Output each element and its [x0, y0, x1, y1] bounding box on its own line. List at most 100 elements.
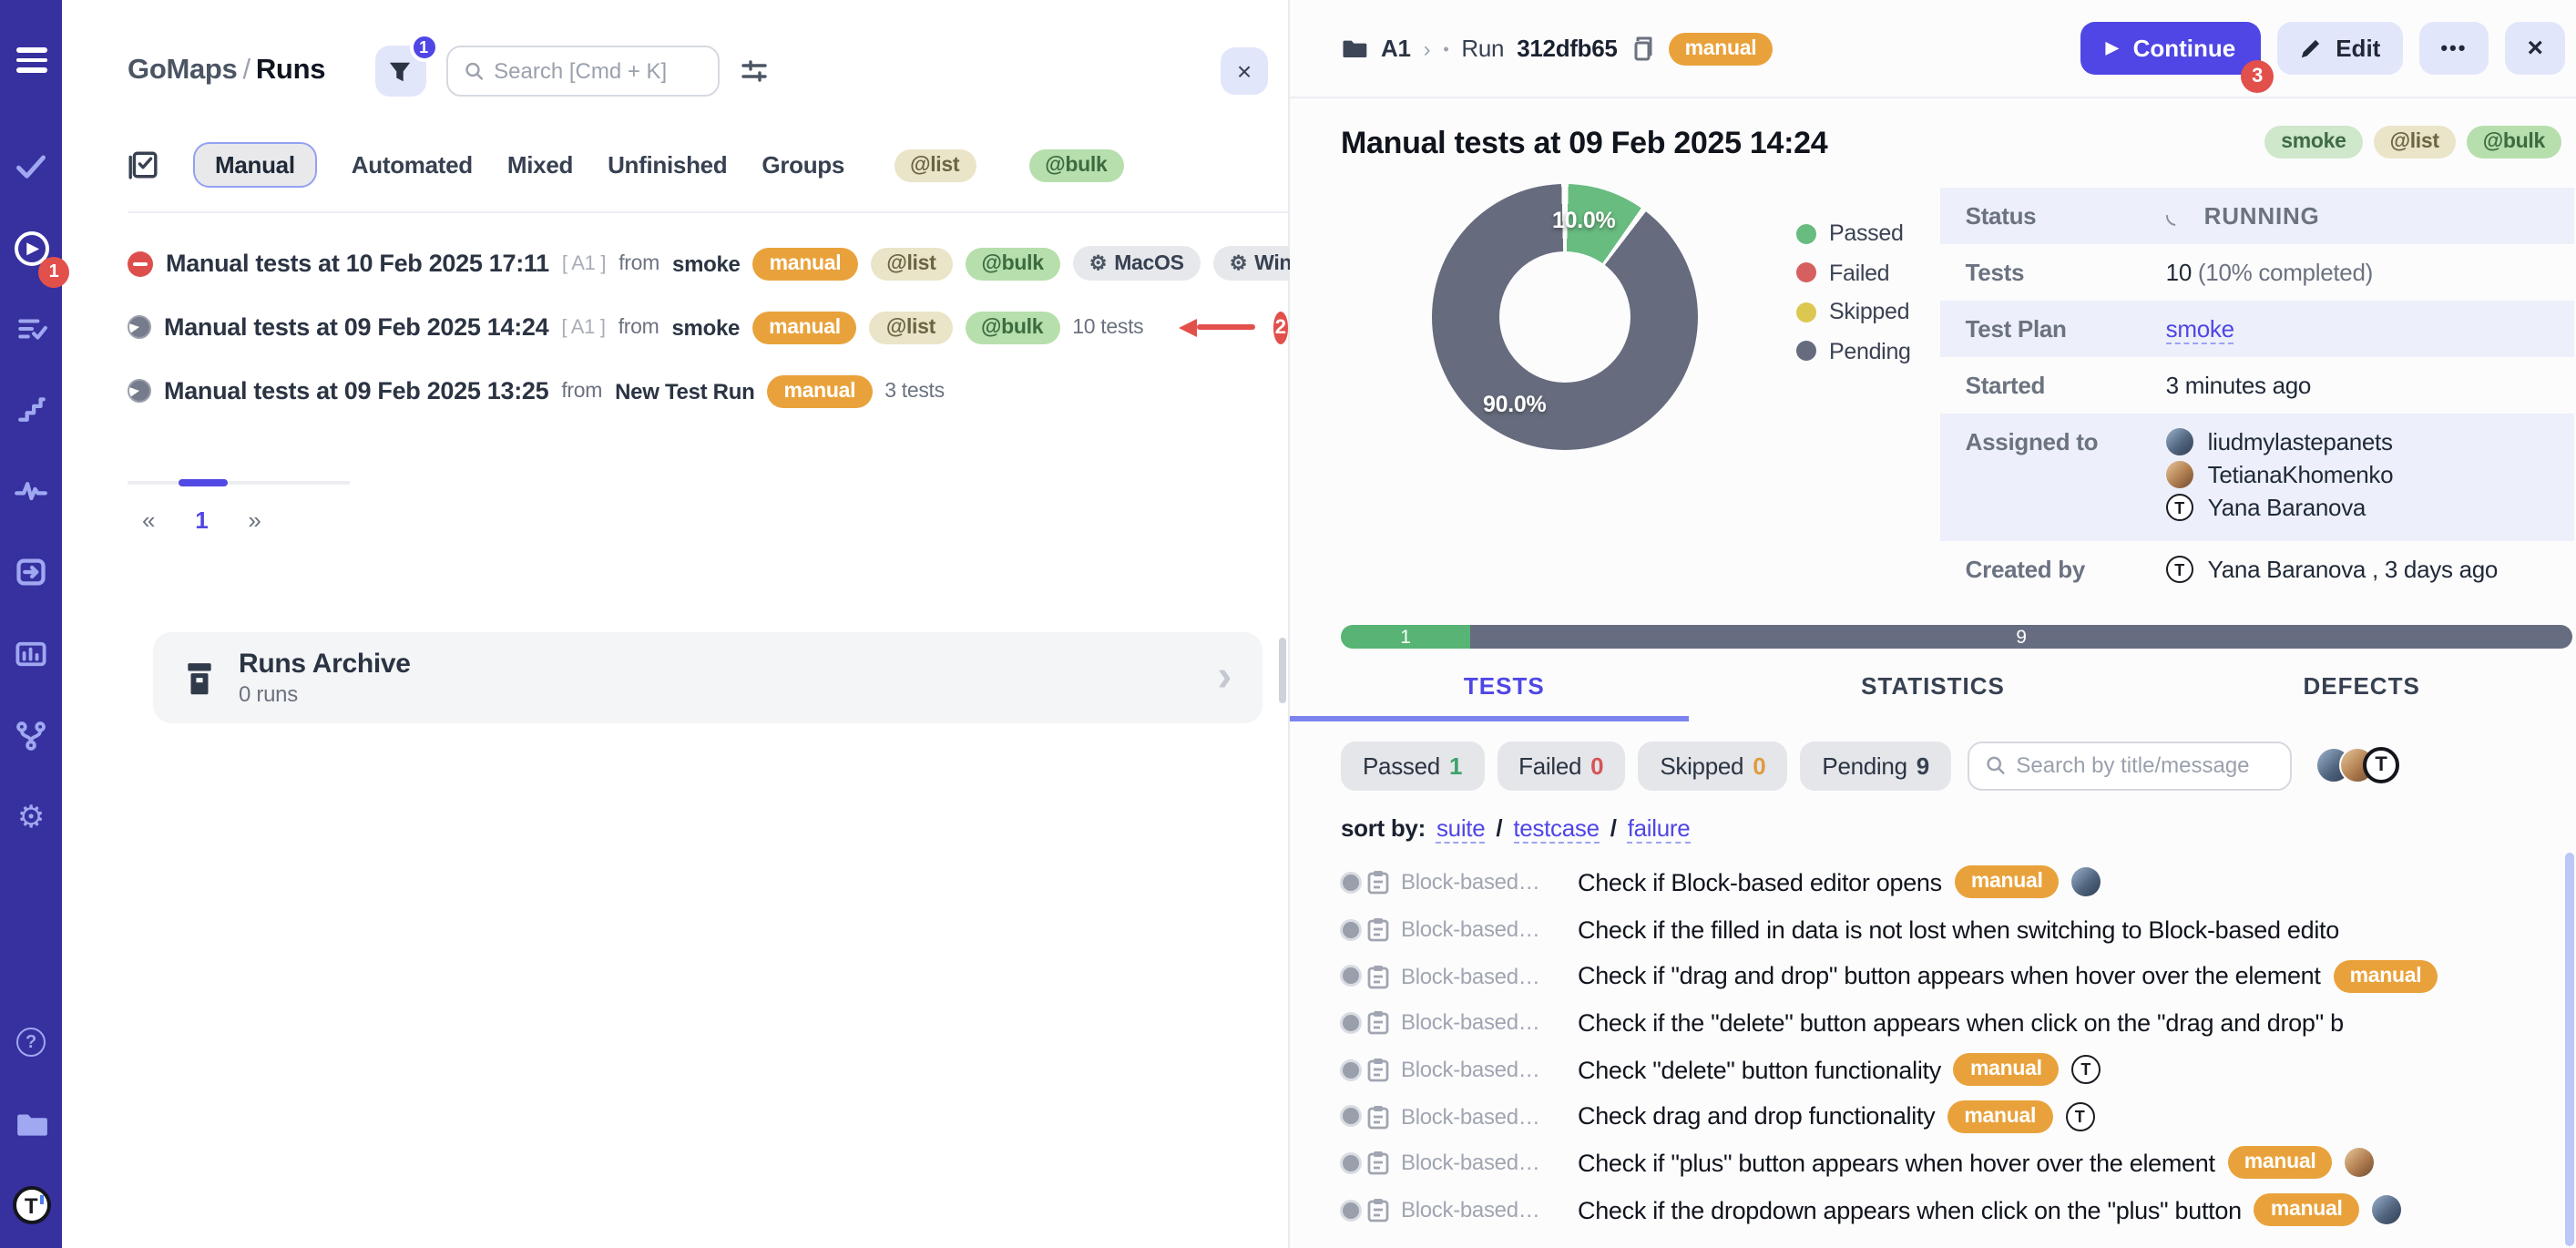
reports-chart-icon[interactable]: [0, 638, 62, 670]
test-status-dot: [1343, 921, 1359, 937]
tag-list[interactable]: @list: [2374, 126, 2456, 159]
left-panel-scrollbar[interactable]: [1279, 638, 1286, 703]
test-row[interactable]: Block-based… Check if the dropdown appea…: [1290, 1187, 2576, 1231]
run-row[interactable]: Manual tests at 10 Feb 2025 17:11 [ A1 ]…: [128, 231, 1288, 295]
runs-archive-card[interactable]: Runs Archive 0 runs ›: [153, 632, 1262, 723]
annotation-badge-2: 2: [1273, 311, 1288, 343]
run-title: Manual tests at 09 Feb 2025 13:25: [164, 377, 548, 404]
sort-by-testcase[interactable]: testcase: [1513, 813, 1599, 843]
test-status-dot: [1343, 1155, 1359, 1171]
projects-folder-icon[interactable]: [0, 1110, 62, 1139]
filter-pending[interactable]: Pending9: [1800, 741, 1951, 790]
tab-tests[interactable]: TESTS: [1290, 672, 1719, 700]
select-runs-icon[interactable]: [128, 149, 158, 180]
test-plan-link[interactable]: smoke: [2166, 315, 2234, 344]
test-row[interactable]: Block-based… Check "delete" button funct…: [1290, 1047, 2576, 1093]
search-input[interactable]: [494, 58, 700, 84]
assigned-user: TetianaKhomenko: [2166, 461, 2394, 488]
run-status-stopped-icon: [128, 251, 153, 276]
test-status-dot: [1343, 967, 1359, 984]
review-list-check-icon[interactable]: [0, 313, 62, 344]
status-badge: RUNNING: [2204, 202, 2320, 230]
assignee-avatars[interactable]: T: [2315, 747, 2399, 783]
filter-skipped[interactable]: Skipped0: [1638, 741, 1787, 790]
tab-groups[interactable]: Groups: [762, 151, 844, 179]
test-row[interactable]: Block-based… Check if "drag and drop" bu…: [1290, 953, 2576, 999]
clipboard-icon: [1366, 916, 1390, 942]
pagination-indicator: [128, 481, 350, 485]
pagination-next[interactable]: »: [248, 506, 261, 534]
hamburger-menu-icon[interactable]: [0, 47, 62, 73]
tab-manual[interactable]: Manual: [193, 142, 317, 188]
tag-filter-list[interactable]: @list: [894, 148, 976, 181]
activity-pulse-icon[interactable]: [0, 474, 62, 506]
tests-search-input[interactable]: [2016, 752, 2274, 778]
tab-mixed[interactable]: Mixed: [507, 151, 573, 179]
close-panel-button[interactable]: ×: [1221, 47, 1268, 95]
tab-unfinished[interactable]: Unfinished: [608, 151, 727, 179]
runs-list: Manual tests at 10 Feb 2025 17:11 [ A1 ]…: [128, 231, 1288, 423]
run-row[interactable]: Manual tests at 09 Feb 2025 14:24 [ A1 ]…: [128, 295, 1288, 359]
run-test-count: 10 tests: [1072, 316, 1143, 338]
test-row[interactable]: Block-based… Check if the filled in data…: [1290, 905, 2576, 952]
test-row[interactable]: Block-based… Check if the "delete" butto…: [1290, 999, 2576, 1046]
manual-badge: manual: [2254, 1193, 2359, 1226]
runs-search[interactable]: [445, 46, 719, 97]
avatar: [2072, 868, 2101, 897]
testcases-check-icon[interactable]: [0, 149, 62, 182]
help-icon[interactable]: ?: [0, 1028, 62, 1057]
sort-by-failure[interactable]: failure: [1628, 813, 1691, 843]
page-title: Runs: [256, 55, 325, 86]
pagination-prev[interactable]: «: [142, 506, 155, 534]
run-title: Manual tests at 09 Feb 2025 14:24: [164, 313, 548, 341]
tag-filter-bulk[interactable]: @bulk: [1028, 148, 1123, 181]
tab-automated[interactable]: Automated: [352, 151, 473, 179]
run-info-table: StatusRUNNING Tests10 (10% completed) Te…: [1940, 188, 2574, 603]
filter-button[interactable]: 1: [374, 46, 425, 97]
runs-filter-tabs: Manual Automated Mixed Unfinished Groups…: [128, 142, 1288, 213]
settings-gear-icon[interactable]: ⚙: [0, 802, 62, 833]
test-status-dot: [1343, 1109, 1359, 1125]
copy-icon[interactable]: [1630, 35, 1656, 62]
test-row[interactable]: Block-based… Check if Block-based editor…: [1290, 859, 2576, 905]
run-row[interactable]: Manual tests at 09 Feb 2025 13:25 from N…: [128, 359, 1288, 423]
filter-passed[interactable]: Passed1: [1341, 741, 1484, 790]
chart-legend: Passed Failed Skipped Pending: [1796, 220, 1911, 603]
milestones-steps-icon[interactable]: [0, 394, 62, 425]
edit-button[interactable]: Edit: [2277, 22, 2402, 75]
filter-failed[interactable]: Failed0: [1497, 741, 1625, 790]
pagination-page-1[interactable]: 1: [195, 506, 208, 534]
manual-badge: manual: [767, 374, 872, 407]
run-title: Manual tests at 09 Feb 2025 14:24: [1341, 126, 1827, 162]
sort-by-suite[interactable]: suite: [1436, 813, 1485, 843]
test-row[interactable]: Block-based… Check if "plus" button appe…: [1290, 1140, 2576, 1186]
continue-button[interactable]: ▶ Continue 3: [2080, 22, 2262, 75]
runs-list-panel: × GoMaps/Runs 1 Manual Automated Mixed U…: [62, 0, 1290, 1248]
breadcrumb-suite[interactable]: A1: [1381, 35, 1411, 62]
tab-defects[interactable]: DEFECTS: [2147, 672, 2576, 700]
archive-icon: [184, 660, 215, 695]
manual-badge: manual: [2334, 959, 2438, 992]
integrations-branch-icon[interactable]: [0, 720, 62, 752]
tab-statistics[interactable]: STATISTICS: [1719, 672, 2148, 700]
adjustments-icon[interactable]: [739, 56, 768, 86]
user-avatar[interactable]: T: [0, 1186, 62, 1224]
tag-bulk[interactable]: @bulk: [2467, 126, 2561, 159]
app-window: ▶ 1 ⚙ ? T × GoMaps/Runs: [0, 0, 2576, 1248]
project-name[interactable]: GoMaps: [128, 55, 238, 86]
more-actions-button[interactable]: •••: [2418, 22, 2489, 75]
annotation-badge-3: 3: [2241, 60, 2274, 93]
clipboard-icon: [1366, 870, 1390, 895]
funnel-icon: [388, 59, 412, 83]
tests-scrollbar[interactable]: [2565, 853, 2574, 1246]
test-row[interactable]: Block-based… Check drag and drop functio…: [1290, 1093, 2576, 1140]
tag-smoke[interactable]: smoke: [2264, 126, 2362, 159]
search-icon: [464, 60, 483, 82]
close-details-button[interactable]: ×: [2505, 22, 2565, 75]
avatar: T: [2166, 494, 2193, 521]
results-donut-chart: 10.0% 90.0%: [1432, 184, 1698, 450]
bulk-badge: @bulk: [965, 311, 1059, 343]
tests-search[interactable]: [1968, 741, 2292, 790]
sign-in-icon[interactable]: [0, 556, 62, 588]
list-badge: @list: [870, 247, 952, 280]
